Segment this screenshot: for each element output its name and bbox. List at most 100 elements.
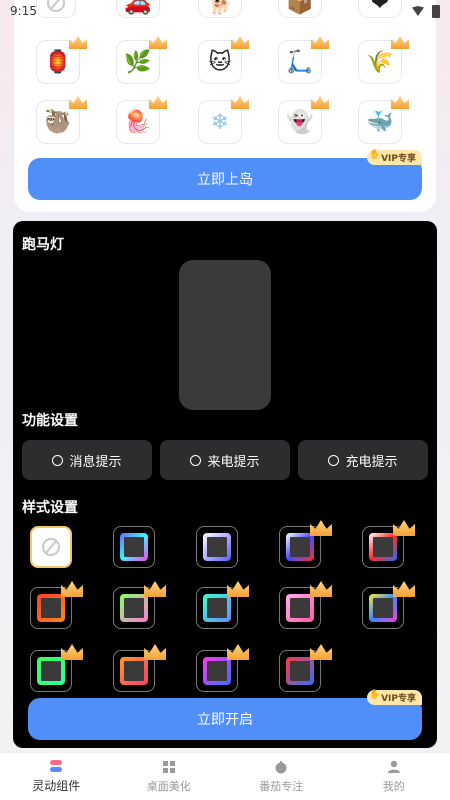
call-alert-option[interactable]: 来电提示 [160, 440, 290, 480]
status-icons [412, 4, 440, 18]
function-title: 功能设置 [22, 413, 78, 429]
sticker-cat[interactable]: 🐱 [198, 36, 249, 84]
crown-icon [149, 36, 167, 49]
crown-icon [61, 581, 83, 597]
style-item[interactable] [279, 581, 332, 629]
cat-icon: 🐱 [208, 49, 232, 75]
tab-profile[interactable]: 我的 [349, 760, 439, 794]
crown-icon [310, 520, 332, 536]
crown-icon [311, 36, 329, 49]
grass-icon: 🌿 [124, 49, 152, 75]
tab-focus[interactable]: 番茄专注 [236, 760, 326, 794]
message-alert-label: 消息提示 [69, 454, 122, 470]
crown-icon [144, 644, 166, 660]
snowflake-icon: ❄ [210, 109, 230, 135]
ring-swatch [203, 594, 231, 622]
tab-focus-label: 番茄专注 [259, 779, 304, 793]
style-item[interactable] [196, 581, 249, 629]
scooter-icon: 🛴 [286, 49, 314, 75]
sticker-jellyfish[interactable]: 🪼 [116, 96, 167, 144]
sticker-whale[interactable]: 🐳 [358, 96, 409, 144]
grid-icon [162, 760, 175, 773]
ghost-icon: 👻 [286, 109, 314, 135]
none-icon [42, 538, 60, 556]
style-none[interactable] [30, 526, 72, 568]
crown-icon [227, 581, 249, 597]
sticker-card: 🚗 🐕 📦 ❤ 🏮 🌿 🐱 🛴 🌾 🦥 🪼 ❄ 👻 🐳 立即上岛 VIP专享 [14, 0, 436, 212]
sloth-icon: 🦥 [44, 109, 72, 135]
crown-icon [231, 36, 249, 49]
sticker-snowflake[interactable]: ❄ [198, 96, 249, 144]
vip-badge: VIP专享 [367, 150, 422, 165]
ring-swatch [286, 533, 314, 561]
crown-icon [69, 96, 87, 109]
style-item[interactable] [30, 581, 83, 629]
crown-icon [310, 581, 332, 597]
ring-swatch [369, 594, 397, 622]
crown-icon [69, 36, 87, 49]
crown-icon [391, 96, 409, 109]
tab-desktop-label: 桌面美化 [146, 779, 191, 793]
sticker-grass[interactable]: 🌿 [116, 36, 167, 84]
crown-icon [391, 36, 409, 49]
style-item[interactable] [279, 644, 332, 692]
radio-icon [52, 454, 64, 466]
bottom-tab-bar: 灵动组件 桌面美化 番茄专注 我的 [0, 753, 450, 800]
tab-desktop[interactable]: 桌面美化 [124, 760, 214, 794]
crown-icon [61, 644, 83, 660]
phone-preview [179, 260, 271, 410]
crown-icon [393, 520, 415, 536]
whale-icon: 🐳 [366, 109, 394, 135]
marquee-title: 跑马灯 [22, 237, 64, 253]
style-item[interactable] [113, 644, 166, 692]
style-item[interactable] [113, 526, 155, 568]
ring-swatch [37, 594, 65, 622]
wifi-icon [412, 6, 424, 16]
crown-icon [149, 96, 167, 109]
willow-icon: 🌾 [366, 49, 394, 75]
charge-alert-option[interactable]: 充电提示 [298, 440, 428, 480]
sticker-lantern[interactable]: 🏮 [36, 36, 87, 84]
crown-icon [311, 96, 329, 109]
sticker-sloth[interactable]: 🦥 [36, 96, 87, 144]
style-item[interactable] [196, 526, 238, 568]
message-alert-option[interactable]: 消息提示 [22, 440, 152, 480]
sticker-scooter[interactable]: 🛴 [278, 36, 329, 84]
crown-icon [393, 581, 415, 597]
tab-widgets[interactable]: 灵动组件 [11, 759, 101, 794]
call-alert-label: 来电提示 [207, 454, 260, 470]
sticker-willow[interactable]: 🌾 [358, 36, 409, 84]
jellyfish-icon: 🪼 [124, 109, 152, 135]
tab-widgets-label: 灵动组件 [32, 779, 81, 793]
style-item[interactable] [196, 644, 249, 692]
start-label: 立即开启 [197, 712, 253, 728]
crown-icon [310, 644, 332, 660]
start-button[interactable]: 立即开启 VIP专享 [28, 690, 422, 740]
ring-swatch [120, 594, 148, 622]
ring-swatch [369, 533, 397, 561]
ring-swatch [37, 657, 65, 685]
battery-icon [432, 4, 440, 18]
style-item[interactable] [279, 520, 332, 568]
crown-icon [144, 581, 166, 597]
ring-swatch [203, 533, 231, 561]
style-item[interactable] [362, 520, 415, 568]
radio-icon [190, 454, 202, 466]
ring-swatch [120, 533, 148, 561]
ring-swatch [120, 657, 148, 685]
style-item[interactable] [113, 581, 166, 629]
go-island-label: 立即上岛 [197, 172, 253, 188]
crown-icon [231, 96, 249, 109]
go-island-button[interactable]: 立即上岛 VIP专享 [28, 150, 422, 200]
marquee-card: 跑马灯 功能设置 消息提示 来电提示 充电提示 样式设置 立即开启 ✋ VIP专… [13, 221, 437, 748]
style-item[interactable] [362, 581, 415, 629]
style-title: 样式设置 [22, 500, 78, 516]
ring-swatch [286, 657, 314, 685]
vip-badge: VIP专享 [367, 690, 422, 705]
style-item[interactable] [30, 644, 83, 692]
user-icon [387, 760, 400, 773]
status-bar: 9:15 [0, 0, 450, 22]
sticker-ghost[interactable]: 👻 [278, 96, 329, 144]
radio-icon [328, 454, 340, 466]
tab-profile-label: 我的 [382, 779, 405, 793]
